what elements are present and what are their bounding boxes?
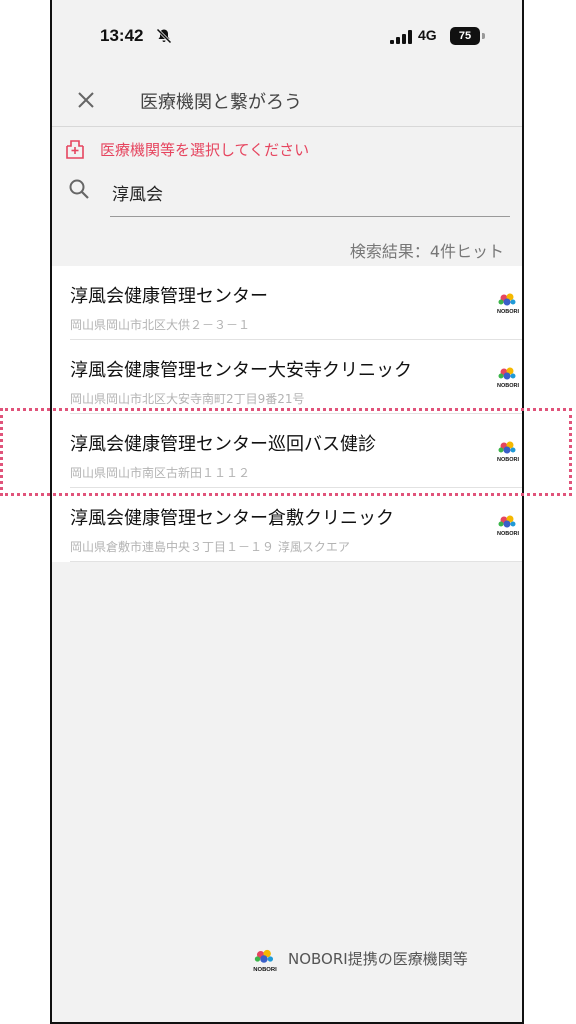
search-icon [69, 179, 89, 199]
bell-off-icon [156, 28, 172, 44]
nobori-logo-icon: NOBORI [497, 293, 519, 315]
close-icon[interactable] [74, 88, 98, 112]
phone-screen: 13:42 4G 75 医療機関と繋がろう 医療機関等を選択してください 淳風会… [50, 0, 524, 1024]
battery-icon: 75 [450, 27, 480, 45]
facility-name: 淳風会健康管理センター大安寺クリニック [70, 360, 412, 381]
app-header: 医療機関と繋がろう [52, 74, 522, 127]
status-bar: 13:42 4G 75 [52, 0, 522, 74]
nobori-logo-icon: NOBORI [497, 367, 519, 389]
result-count: 検索結果：4件ヒット [349, 242, 504, 261]
list-item[interactable]: 淳風会健康管理センター巡回バス健診 岡山県岡山市南区古新田１１１２ NOBORI [70, 414, 522, 488]
prompt-text: 医療機関等を選択してください [100, 141, 310, 159]
network-type: 4G [418, 27, 437, 43]
facility-address: 岡山県岡山市北区大供２－３－１ [70, 318, 251, 332]
nobori-logo-icon: NOBORI [497, 441, 519, 463]
svg-text:NOBORI: NOBORI [497, 309, 519, 315]
facility-name: 淳風会健康管理センター倉敷クリニック [70, 508, 394, 529]
svg-text:NOBORI: NOBORI [497, 531, 519, 537]
signal-icon [390, 30, 412, 44]
page-title: 医療機関と繋がろう [140, 92, 302, 113]
list-item[interactable]: 淳風会健康管理センター倉敷クリニック 岡山県倉敷市連島中央３丁目１－１９ 淳風ス… [70, 488, 522, 562]
list-item[interactable]: 淳風会健康管理センター 岡山県岡山市北区大供２－３－１ NOBORI [70, 266, 522, 340]
facility-name: 淳風会健康管理センター [70, 286, 268, 307]
svg-text:NOBORI: NOBORI [497, 383, 519, 389]
svg-text:NOBORI: NOBORI [253, 967, 277, 973]
search-value: 淳風会 [112, 185, 163, 205]
svg-text:NOBORI: NOBORI [497, 457, 519, 463]
list-item[interactable]: 淳風会健康管理センター大安寺クリニック 岡山県岡山市北区大安寺南町2丁目9番21… [70, 340, 522, 414]
results-list: 淳風会健康管理センター 岡山県岡山市北区大供２－３－１ NOBORI 淳風会健康… [52, 266, 522, 562]
facility-name: 淳風会健康管理センター巡回バス健診 [70, 434, 376, 455]
status-time: 13:42 [100, 26, 144, 45]
facility-address: 岡山県倉敷市連島中央３丁目１－１９ 淳風スクエア [70, 540, 350, 554]
battery-tip [482, 33, 485, 39]
facility-address: 岡山県岡山市北区大安寺南町2丁目9番21号 [70, 392, 305, 406]
hospital-icon [66, 140, 84, 159]
nobori-logo-icon: NOBORI [253, 949, 277, 973]
facility-address: 岡山県岡山市南区古新田１１１２ [70, 466, 251, 480]
nobori-logo-icon: NOBORI [497, 515, 519, 537]
search-input[interactable]: 淳風会 [110, 176, 510, 217]
footer-text: NOBORI提携の医療機関等 [288, 950, 468, 968]
